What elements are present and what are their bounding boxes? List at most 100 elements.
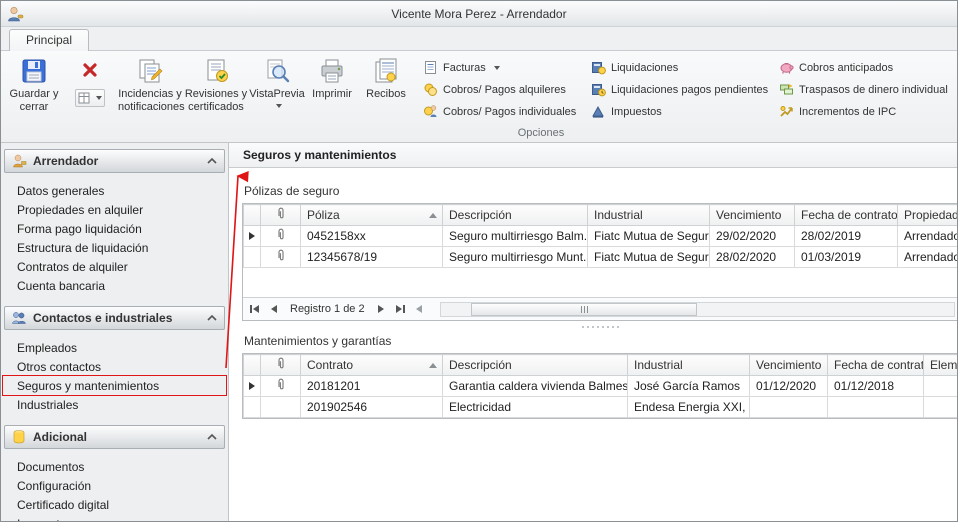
sidebar-item-documentos[interactable]: Documentos	[3, 457, 226, 476]
facturas-label: Facturas	[443, 62, 486, 74]
cobros-pagos-alquileres-button[interactable]: Cobros/ Pagos alquileres	[419, 80, 587, 99]
sidebar-item-cuenta-bancaria[interactable]: Cuenta bancaria	[3, 276, 226, 295]
sidebar-item-otros-contactos[interactable]: Otros contactos	[3, 357, 226, 376]
prev-record-button[interactable]	[265, 301, 282, 318]
cell-industrial[interactable]: Fiatc Mutua de Segur...	[588, 226, 710, 247]
col-header-vencimiento[interactable]: Vencimiento	[710, 205, 795, 226]
next-record-button[interactable]	[373, 301, 390, 318]
sidebar-group-contactos[interactable]: Contactos e industriales	[4, 306, 225, 330]
scrollbar-thumb[interactable]	[471, 303, 697, 316]
cell-vencimiento[interactable]: 28/02/2020	[710, 247, 795, 268]
cell-vencimiento[interactable]: 29/02/2020	[710, 226, 795, 247]
imprimir-button[interactable]: Imprimir	[305, 51, 359, 102]
cell-vencimiento[interactable]	[750, 397, 828, 418]
scroll-left-button[interactable]	[411, 301, 428, 318]
cell-fecha-contrato[interactable]: 01/12/2018	[828, 376, 924, 397]
col-header-descripcion[interactable]: Descripción	[443, 355, 628, 376]
attachment-cell[interactable]	[261, 226, 301, 247]
close-button[interactable]	[79, 59, 101, 81]
splitter-grip[interactable]	[242, 324, 957, 330]
col-header-propiedad[interactable]: Propiedad	[898, 205, 958, 226]
sidebar-item-seguros-mantenimientos[interactable]: Seguros y mantenimientos	[3, 376, 226, 395]
table-row[interactable]: 0452158xx Seguro multirriesgo Balm... Fi…	[244, 226, 958, 247]
cell-descripcion[interactable]: Seguro multirriesgo Balm...	[443, 226, 588, 247]
col-header-vencimiento[interactable]: Vencimiento	[750, 355, 828, 376]
cell-industrial[interactable]: Fiatc Mutua de Segur...	[588, 247, 710, 268]
cell-descripcion[interactable]: Seguro multirriesgo Munt...	[443, 247, 588, 268]
revisiones-button[interactable]: Revisiones y certificados	[183, 51, 249, 114]
chevron-up-icon[interactable]	[206, 314, 218, 322]
imprimir-label: Imprimir	[312, 88, 352, 101]
cell-descripcion[interactable]: Garantia caldera vivienda Balmes 201 At-…	[443, 376, 628, 397]
chevron-up-icon[interactable]	[206, 433, 218, 441]
sidebar-group-adicional[interactable]: Adicional	[4, 425, 225, 449]
cell-descripcion[interactable]: Electricidad	[443, 397, 628, 418]
col-header-poliza[interactable]: Póliza	[301, 205, 443, 226]
page-title: Seguros y mantenimientos	[229, 143, 957, 168]
attachment-cell[interactable]	[261, 247, 301, 268]
sidebar-item-datos-generales[interactable]: Datos generales	[3, 181, 226, 200]
tab-principal[interactable]: Principal	[9, 29, 89, 51]
table-row[interactable]: 20181201 Garantia caldera vivienda Balme…	[244, 376, 958, 397]
traspasos-button[interactable]: Traspasos de dinero individual	[775, 80, 957, 99]
cell-fecha-contrato[interactable]: 01/03/2019	[795, 247, 898, 268]
first-record-button[interactable]	[246, 301, 263, 318]
sidebar-item-configuracion[interactable]: Configuración	[3, 476, 226, 495]
chevron-up-icon[interactable]	[206, 157, 218, 165]
sidebar-item-empleados[interactable]: Empleados	[3, 338, 226, 357]
group-label: Arrendador	[33, 154, 98, 168]
cell-fecha-contrato[interactable]: 28/02/2019	[795, 226, 898, 247]
col-header-fecha-contrato[interactable]: Fecha de contrato	[795, 205, 898, 226]
cell-propiedad[interactable]: Arrendador	[898, 226, 958, 247]
cell-elemento[interactable]	[924, 397, 958, 418]
sidebar-item-propiedades-alquiler[interactable]: Propiedades en alquiler	[3, 200, 226, 219]
cell-contrato[interactable]: 201902546	[301, 397, 443, 418]
cell-propiedad[interactable]: Arrendador	[898, 247, 958, 268]
cell-industrial[interactable]: José García Ramos	[628, 376, 750, 397]
layout-dropdown-button[interactable]	[75, 89, 105, 107]
save-close-button[interactable]: Guardar y cerrar	[1, 51, 67, 114]
col-header-contrato[interactable]: Contrato	[301, 355, 443, 376]
cell-vencimiento[interactable]: 01/12/2020	[750, 376, 828, 397]
paperclip-icon	[275, 378, 287, 391]
cell-fecha-contrato[interactable]	[828, 397, 924, 418]
attachment-column-header[interactable]	[261, 205, 301, 226]
cell-poliza[interactable]: 12345678/19	[301, 247, 443, 268]
facturas-button[interactable]: Facturas	[419, 58, 587, 77]
attachment-cell[interactable]	[261, 376, 301, 397]
cobros-pagos-individuales-button[interactable]: Cobros/ Pagos individuales	[419, 102, 587, 121]
cell-contrato[interactable]: 20181201	[301, 376, 443, 397]
impuestos-button[interactable]: Impuestos	[587, 102, 775, 121]
cell-poliza[interactable]: 0452158xx	[301, 226, 443, 247]
col-header-industrial[interactable]: Industrial	[628, 355, 750, 376]
cell-elemento[interactable]	[924, 376, 958, 397]
cobros-anticipados-button[interactable]: Cobros anticipados	[775, 58, 957, 77]
recibos-button[interactable]: Recibos	[359, 51, 413, 102]
sidebar-group-arrendador[interactable]: Arrendador	[4, 149, 225, 173]
cell-industrial[interactable]: Endesa Energia XXI, ...	[628, 397, 750, 418]
col-header-descripcion[interactable]: Descripción	[443, 205, 588, 226]
col-header-industrial[interactable]: Industrial	[588, 205, 710, 226]
attachment-cell[interactable]	[261, 397, 301, 418]
liquidaciones-button[interactable]: Liquidaciones	[587, 58, 775, 77]
horizontal-scrollbar[interactable]	[440, 302, 955, 317]
sidebar-item-impuestos[interactable]: Impuestos	[3, 514, 226, 521]
col-header-fecha-contrato[interactable]: Fecha de contrato	[828, 355, 924, 376]
attachment-column-header[interactable]	[261, 355, 301, 376]
sidebar-item-certificado-digital[interactable]: Certificado digital	[3, 495, 226, 514]
incrementos-ipc-button[interactable]: Incrementos de IPC	[775, 102, 957, 121]
last-record-button[interactable]	[392, 301, 409, 318]
incidencias-button[interactable]: Incidencias y notificaciones	[117, 51, 183, 114]
table-row[interactable]: 12345678/19 Seguro multirriesgo Munt... …	[244, 247, 958, 268]
col-header-elemento[interactable]: Eleme	[924, 355, 958, 376]
sidebar-item-industriales[interactable]: Industriales	[3, 395, 226, 414]
group-items-arrendador: Datos generales Propiedades en alquiler …	[3, 175, 226, 304]
ribbon-tabstrip: Principal	[1, 27, 957, 50]
sidebar-item-estructura-liquidacion[interactable]: Estructura de liquidación	[3, 238, 226, 257]
liquidaciones-pendientes-button[interactable]: Liquidaciones pagos pendientes	[587, 80, 775, 99]
sidebar-item-forma-pago[interactable]: Forma pago liquidación	[3, 219, 226, 238]
sidebar-item-contratos-alquiler[interactable]: Contratos de alquiler	[3, 257, 226, 276]
group-label: Contactos e industriales	[33, 311, 172, 325]
vistaprevia-button[interactable]: VistaPrevia	[249, 51, 305, 109]
table-row[interactable]: 201902546 Electricidad Endesa Energia XX…	[244, 397, 958, 418]
